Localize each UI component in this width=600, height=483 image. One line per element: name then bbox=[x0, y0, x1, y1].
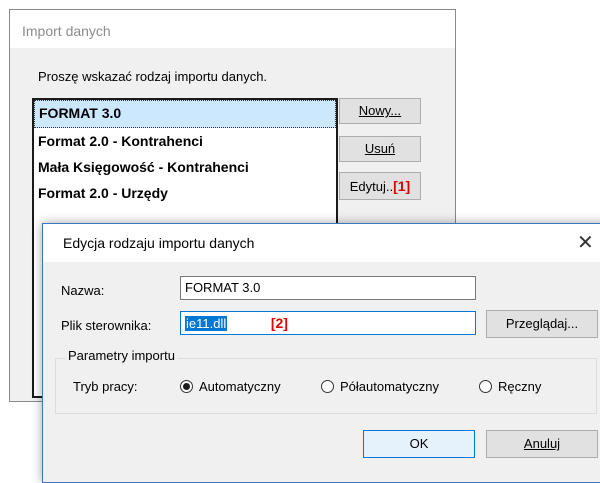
driver-label: Plik sterownika: bbox=[61, 318, 152, 333]
mode-semiautomatic-radio[interactable] bbox=[321, 380, 334, 393]
list-item[interactable]: Format 2.0 - Kontrahenci bbox=[34, 128, 336, 154]
import-prompt: Proszę wskazać rodzaj importu danych. bbox=[38, 69, 268, 84]
mode-automatic-label[interactable]: Automatyczny bbox=[199, 379, 281, 394]
name-label: Nazwa: bbox=[61, 283, 105, 298]
import-dialog-titlebar: Import danych bbox=[10, 10, 455, 48]
driver-marker: [2] bbox=[270, 315, 288, 331]
import-dialog-title: Import danych bbox=[22, 23, 111, 39]
list-item[interactable]: Format 2.0 - Urzędy bbox=[34, 180, 336, 206]
browse-button[interactable]: Przeglądaj... bbox=[486, 310, 598, 338]
mode-manual-radio[interactable] bbox=[479, 380, 492, 393]
list-item[interactable]: FORMAT 3.0 bbox=[34, 100, 336, 128]
new-button-label: Nowy... bbox=[358, 103, 402, 118]
delete-button-label: Usuń bbox=[364, 141, 396, 156]
close-icon[interactable]: ✕ bbox=[577, 230, 594, 255]
cancel-button[interactable]: Anuluj bbox=[486, 430, 598, 458]
cancel-button-label: Anuluj bbox=[523, 436, 561, 451]
delete-button[interactable]: Usuń bbox=[339, 136, 421, 162]
edit-button-label: Edytuj.. bbox=[349, 179, 394, 194]
edit-dialog-titlebar: Edycja rodzaju importu danych ✕ bbox=[43, 224, 600, 262]
mode-label: Tryb pracy: bbox=[73, 379, 138, 394]
edit-dialog-title: Edycja rodzaju importu danych bbox=[63, 235, 255, 251]
driver-file-value: ie11.dll bbox=[185, 316, 228, 331]
mode-manual-label[interactable]: Ręczny bbox=[498, 379, 541, 394]
new-button[interactable]: Nowy... bbox=[339, 98, 421, 124]
radio-selected-dot bbox=[183, 383, 190, 390]
import-params-title: Parametry importu bbox=[65, 348, 178, 363]
mode-semiautomatic-label[interactable]: Półautomatyczny bbox=[340, 379, 439, 394]
edit-marker: [1] bbox=[393, 178, 411, 194]
mode-automatic-radio[interactable] bbox=[180, 380, 193, 393]
driver-file-field[interactable]: ie11.dll [2] bbox=[180, 311, 476, 335]
list-item[interactable]: Mała Księgowość - Kontrahenci bbox=[34, 154, 336, 180]
edit-import-dialog: Edycja rodzaju importu danych ✕ Nazwa: F… bbox=[42, 223, 600, 483]
ok-button[interactable]: OK bbox=[363, 430, 475, 458]
name-field[interactable]: FORMAT 3.0 bbox=[180, 276, 476, 300]
edit-button[interactable]: Edytuj..[1] bbox=[339, 172, 421, 200]
